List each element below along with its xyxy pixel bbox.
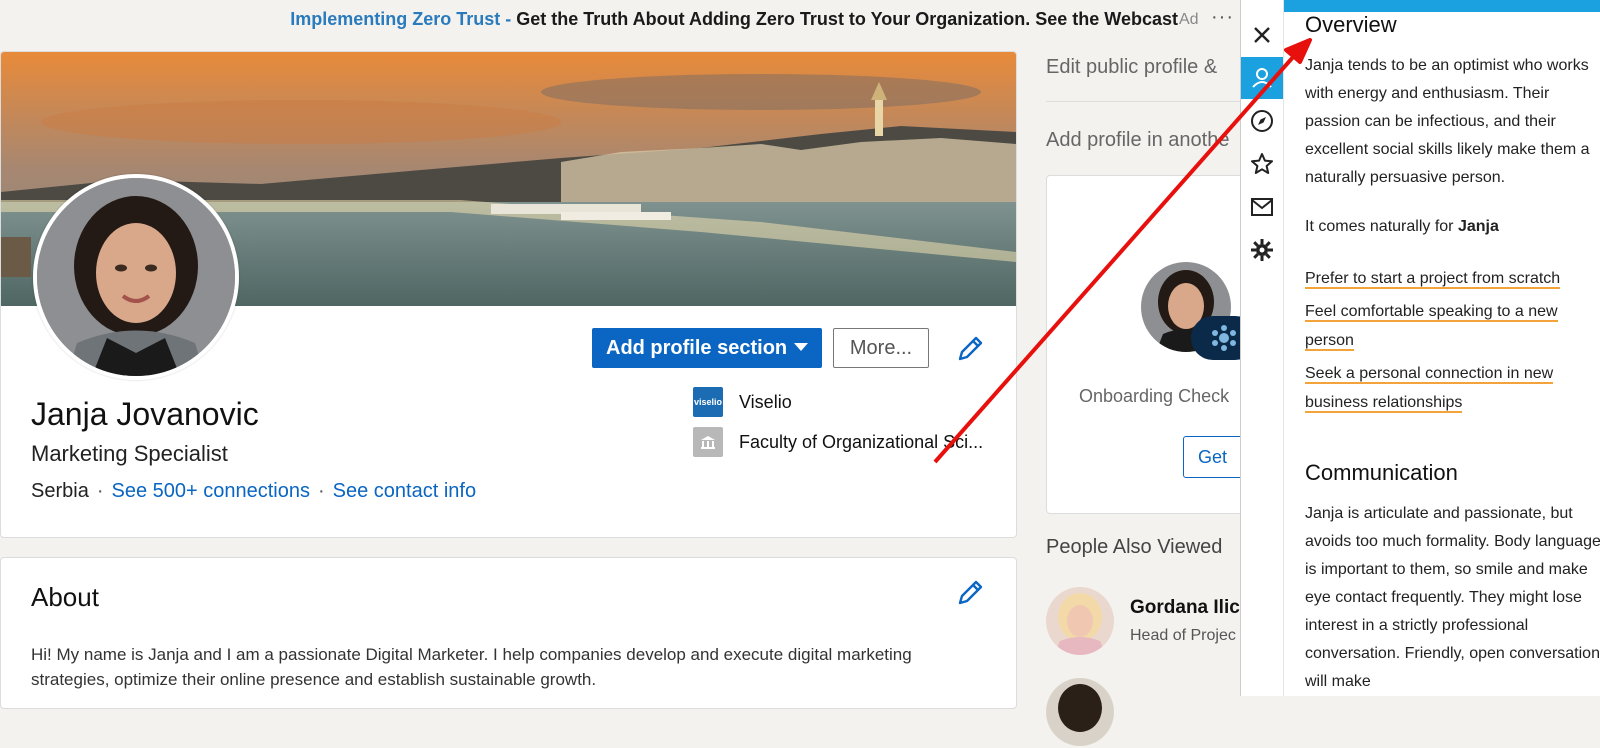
overview-text: Janja tends to be an optimist who works … [1305, 57, 1590, 186]
edit-pencil-icon[interactable] [955, 334, 985, 364]
sidebar-divider [1046, 101, 1246, 102]
onboarding-card: Onboarding Check Get [1046, 175, 1268, 514]
ad-body[interactable]: Get the Truth About Adding Zero Trust to… [516, 9, 1178, 29]
add-profile-language-link[interactable]: Add profile in anothe [1046, 129, 1229, 152]
add-profile-section-label: Add profile section [606, 336, 788, 359]
profile-headline: Marketing Specialist [31, 441, 228, 466]
ad-text[interactable]: Implementing Zero Trust - Get the Truth … [290, 9, 1178, 30]
person-avatar [1046, 678, 1114, 746]
add-profile-section-button[interactable]: Add profile section [592, 328, 822, 368]
position-faculty[interactable]: Faculty of Organizational Sci... [693, 427, 983, 457]
about-text: Hi! My name is Janja and I am a passiona… [31, 645, 912, 689]
person-avatar [1046, 587, 1114, 655]
overview-title: Overview [1305, 12, 1397, 37]
connections-link[interactable]: See 500+ connections [111, 480, 310, 502]
about-title: About [31, 582, 99, 612]
profile-icon[interactable] [1241, 57, 1283, 99]
ad-banner[interactable]: Implementing Zero Trust - Get the Truth … [0, 0, 1240, 40]
profile-location-row: Serbia · See 500+ connections · See contact … [31, 480, 476, 503]
caret-down-icon [794, 343, 808, 351]
person-title: Head of Projec [1130, 627, 1236, 644]
person-name[interactable]: Gordana Ilic [1130, 597, 1240, 619]
highlight-item: Prefer to start a project from scratch [1305, 270, 1561, 289]
edit-about-pencil-icon[interactable] [955, 578, 985, 608]
communication-title: Communication [1305, 460, 1458, 485]
gear-icon[interactable] [1241, 229, 1283, 271]
mail-icon[interactable] [1241, 186, 1283, 228]
people-also-viewed-title: People Also Viewed [1046, 536, 1223, 558]
person-item[interactable] [1046, 678, 1246, 748]
profile-card: Add profile section More... Janja Jovano… [0, 51, 1017, 538]
position-name: Faculty of Organizational Sci... [739, 431, 984, 452]
profile-avatar[interactable] [33, 174, 239, 380]
highlight-item: Seek a personal connection in new busine… [1305, 365, 1554, 413]
viselio-logo: viselio [693, 387, 723, 417]
personality-extension-panel: Overview Janja tends to be an optimist w… [1240, 0, 1600, 696]
close-icon[interactable] [1241, 14, 1283, 56]
ad-headline[interactable]: Implementing Zero Trust - [290, 9, 516, 29]
extension-top-bar [1241, 0, 1600, 12]
highlight-item: Feel comfortable speaking to a new perso… [1305, 303, 1558, 351]
position-viselio[interactable]: viselio Viselio [693, 387, 792, 417]
onboarding-text: Onboarding Check [1079, 386, 1230, 406]
about-card: About Hi! My name is Janja and I am a pa… [0, 557, 1017, 709]
natural-prefix: It comes naturally for [1305, 218, 1458, 235]
edit-public-profile-link[interactable]: Edit public profile & [1046, 56, 1217, 79]
ad-label: Ad [1179, 11, 1199, 28]
contact-info-link[interactable]: See contact info [333, 480, 476, 502]
more-button[interactable]: More... [833, 328, 929, 368]
natural-name: Janja [1457, 218, 1499, 235]
school-icon [693, 427, 723, 457]
star-icon[interactable] [1241, 143, 1283, 185]
person-item[interactable]: Gordana Ilic Head of Projec [1046, 587, 1246, 657]
extension-icon-rail [1241, 0, 1284, 696]
communication-text: Janja is articulate and passionate, but … [1305, 505, 1600, 690]
separator-dot: · [96, 480, 104, 502]
separator-dot: · [317, 480, 325, 502]
compass-icon[interactable] [1241, 100, 1283, 142]
profile-location: Serbia [31, 480, 89, 502]
position-name: Viselio [739, 391, 792, 412]
natural-line: It comes naturally for Janja [1305, 213, 1600, 241]
profile-name: Janja Jovanovic [31, 396, 259, 432]
ad-more-icon[interactable]: ··· [1211, 6, 1234, 29]
